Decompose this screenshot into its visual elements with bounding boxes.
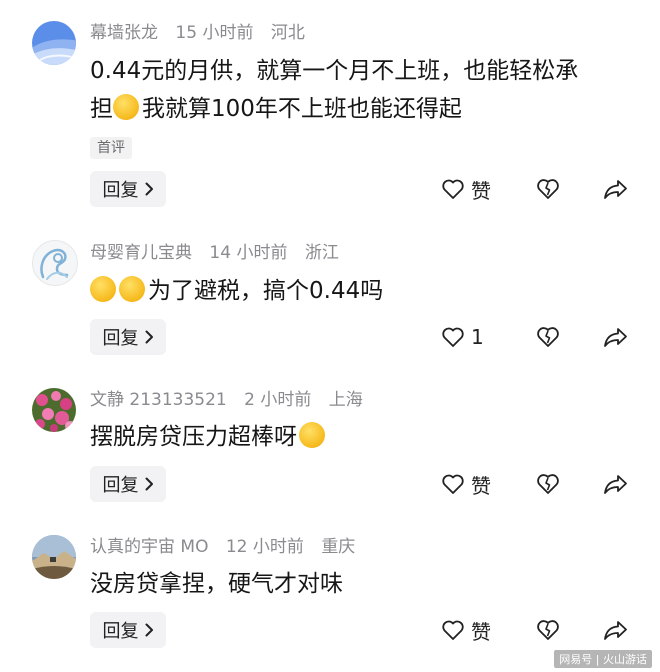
like-label: 赞 [471, 178, 491, 203]
comment-text-body: 为了避税，搞个0.44吗 [148, 278, 384, 304]
comment-text-body: 摆脱房贷压力超棒呀 [90, 424, 297, 450]
comment-meta: 母婴育儿宝典 14 小时前 浙江 [90, 242, 351, 264]
pink-flowers-avatar-icon [32, 388, 76, 432]
reply-label: 回复 [102, 621, 139, 642]
reply-button[interactable]: 回复 [90, 171, 166, 207]
laugh-cry-emoji-icon [113, 94, 139, 120]
comment-text: 为了避税，搞个0.44吗 [90, 272, 638, 310]
laugh-cry-emoji-icon [119, 276, 145, 302]
avatar[interactable] [32, 21, 76, 65]
reply-label: 回复 [102, 328, 139, 349]
username[interactable]: 幕墙张龙 [90, 23, 158, 43]
avatar[interactable] [32, 240, 78, 286]
landscape-avatar-icon [32, 535, 76, 579]
like-button[interactable]: 赞 [441, 469, 491, 499]
first-comment-badge: 首评 [90, 137, 132, 159]
chevron-right-icon [145, 477, 153, 491]
broken-heart-icon[interactable] [536, 472, 560, 496]
username[interactable]: 文静 213133521 [90, 390, 227, 410]
blue-wave-avatar-icon [32, 21, 76, 65]
location: 河北 [270, 23, 305, 43]
timestamp: 15 小时前 [175, 23, 254, 43]
comment-text-line: 担 我就算100年不上班也能还得起 [90, 90, 638, 128]
avatar[interactable] [32, 535, 76, 579]
laugh-cry-emoji-icon [90, 276, 116, 302]
broken-heart-icon[interactable] [536, 325, 560, 349]
like-button[interactable]: 赞 [441, 615, 491, 645]
comment-meta: 幕墙张龙 15 小时前 河北 [90, 22, 317, 44]
avatar[interactable] [32, 388, 76, 432]
comment-text: 摆脱房贷压力超棒呀 [90, 418, 638, 456]
comment-text-line: 0.44元的月供，就算一个月不上班，也能轻松承 [90, 58, 579, 84]
comment-text-prefix: 担 [90, 96, 113, 122]
broken-heart-icon[interactable] [536, 177, 560, 201]
reply-button[interactable]: 回复 [90, 612, 166, 648]
reply-label: 回复 [102, 475, 139, 496]
share-arrow-icon[interactable] [603, 619, 628, 641]
reply-label: 回复 [102, 180, 139, 201]
wink-emoji-icon [299, 422, 325, 448]
broken-heart-icon[interactable] [536, 618, 560, 642]
username[interactable]: 母婴育儿宝典 [90, 243, 192, 263]
share-arrow-icon[interactable] [603, 473, 628, 495]
location: 浙江 [304, 243, 339, 263]
location: 重庆 [321, 537, 356, 557]
heart-icon [442, 327, 464, 347]
location: 上海 [328, 390, 363, 410]
timestamp: 12 小时前 [225, 537, 304, 557]
heart-icon [442, 620, 464, 640]
timestamp: 2 小时前 [244, 390, 312, 410]
comment-meta: 认真的宇宙 MO 12 小时前 重庆 [90, 536, 367, 558]
like-label: 赞 [471, 619, 491, 644]
watermark: 网易号 | 火山游话 [554, 650, 652, 668]
share-arrow-icon[interactable] [603, 326, 628, 348]
heart-icon [442, 179, 464, 199]
comment-text: 0.44元的月供，就算一个月不上班，也能轻松承 担 我就算100年不上班也能还得起 [90, 52, 638, 128]
username[interactable]: 认真的宇宙 MO [90, 537, 208, 557]
heart-icon [442, 474, 464, 494]
share-arrow-icon[interactable] [603, 178, 628, 200]
chevron-right-icon [145, 623, 153, 637]
reply-button[interactable]: 回复 [90, 319, 166, 355]
like-button[interactable]: 赞 [441, 174, 491, 204]
chevron-right-icon [145, 182, 153, 196]
reply-button[interactable]: 回复 [90, 466, 166, 502]
like-count: 1 [471, 325, 484, 349]
comment-meta: 文静 213133521 2 小时前 上海 [90, 389, 375, 411]
like-button[interactable]: 1 [441, 322, 484, 352]
timestamp: 14 小时前 [209, 243, 288, 263]
comment-text-suffix: 我就算100年不上班也能还得起 [142, 96, 462, 122]
comment-text: 没房贷拿捏，硬气才对味 [90, 565, 638, 603]
mother-baby-avatar-icon [40, 248, 69, 280]
like-label: 赞 [471, 473, 491, 498]
chevron-right-icon [145, 330, 153, 344]
comment-text-body: 没房贷拿捏，硬气才对味 [90, 571, 343, 597]
